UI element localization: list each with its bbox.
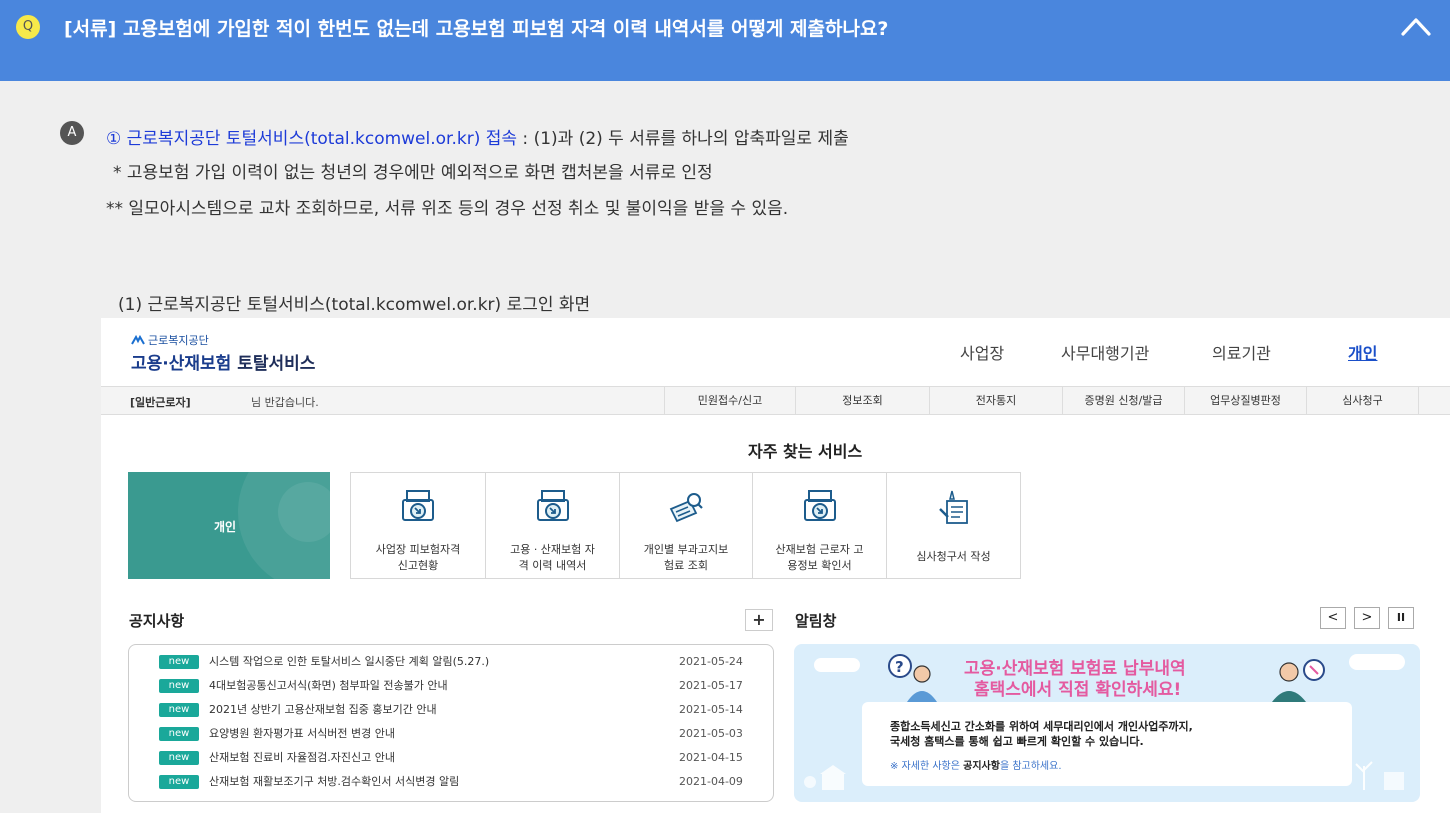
site-screenshot: 근로복지공단 고용·산재보험 토탈서비스 사업장 사무대행기관 의료기관 개인 … <box>101 318 1450 813</box>
service-employment-info[interactable]: 산재보험 근로자 고용정보 확인서 <box>752 472 887 579</box>
nav-business[interactable]: 사업장 <box>960 340 1004 364</box>
service-label-3a: 개인별 부과고지보 <box>643 543 729 556</box>
banner-body-2: 국세청 홈택스를 통해 쉽고 빠르게 확인할 수 있습니다. <box>890 735 1144 748</box>
alert-prev-button[interactable]: < <box>1320 607 1346 629</box>
notice-text: 산재보험 진료비 자율점검.자진신고 안내 <box>209 751 396 764</box>
menu-disease-judgment[interactable]: 업무상질병판정 <box>1184 387 1306 414</box>
new-badge: new <box>159 703 199 717</box>
service-label-1b: 신고현황 <box>397 559 439 572</box>
printer-icon <box>536 490 569 521</box>
logo-service-b: 토탈서비스 <box>237 354 316 374</box>
writing-icon <box>938 490 968 524</box>
service-label-2b: 격 이력 내역서 <box>518 559 587 572</box>
list-item[interactable]: new 2021년 상반기 고용산재보험 집중 홍보기간 안내 2021-05-… <box>159 702 759 718</box>
magnifier-person-icon <box>1272 659 1325 702</box>
printer-icon <box>402 490 434 521</box>
menu-info-lookup[interactable]: 정보조회 <box>795 387 929 414</box>
service-label-1a: 사업장 피보험자격 <box>375 543 461 556</box>
house-icon <box>804 765 846 790</box>
service-label-5a: 심사청구서 작성 <box>916 550 991 563</box>
notice-list: new 시스템 작업으로 인한 토탈서비스 일시중단 계획 알림(5.27.) … <box>128 644 774 802</box>
menu-e-notice[interactable]: 전자통지 <box>929 387 1062 414</box>
answer-note-1: * 고용보험 가입 이력이 없는 청년의 경우에만 예외적으로 화면 캡처본을 … <box>113 163 713 183</box>
site-logo[interactable]: 근로복지공단 고용·산재보험 토탈서비스 <box>131 332 315 374</box>
new-badge: new <box>159 727 199 741</box>
question-person-icon: ? <box>888 654 937 702</box>
service-label-4a: 산재보험 근로자 고 <box>775 543 864 556</box>
question-text: [서류] 고용보험에 가입한 적이 한번도 없는데 고용보험 피보험 자격 이력… <box>64 18 889 40</box>
menu-certificate[interactable]: 증명원 신청/발급 <box>1062 387 1184 414</box>
menu-review-claim[interactable]: 심사청구 <box>1306 387 1419 414</box>
printer-icon <box>803 490 836 521</box>
banner-note-link[interactable]: 공지사항 <box>963 761 1000 772</box>
services-title: 자주 찾는 서비스 <box>748 442 863 461</box>
notice-date: 2021-05-17 <box>679 679 743 692</box>
notice-date: 2021-05-14 <box>679 703 743 716</box>
notice-text: 2021년 상반기 고용산재보험 집중 홍보기간 안내 <box>209 703 437 716</box>
faq-question-bar[interactable]: Q [서류] 고용보험에 가입한 적이 한번도 없는데 고용보험 피보험 자격 … <box>0 0 1450 81</box>
screenshot-caption: (1) 근로복지공단 토털서비스(total.kcomwel.or.kr) 로그… <box>118 295 591 315</box>
sub-menu-bar: [일반근로자] 님 반갑습니다. 민원접수/신고 정보조회 전자통지 증명원 신… <box>101 386 1450 415</box>
list-item[interactable]: new 요양병원 환자평가표 서식버전 변경 안내 2021-05-03 <box>159 726 759 742</box>
notice-text: 산재보험 재활보조기구 처방.검수확인서 서식변경 알림 <box>209 775 460 788</box>
banner-headline-2: 홈택스에서 직접 확인하세요! <box>974 680 1182 700</box>
nav-agency[interactable]: 사무대행기관 <box>1061 340 1149 364</box>
question-badge: Q <box>16 15 40 39</box>
svg-text:?: ? <box>895 658 904 676</box>
answer-note-2: ** 일모아시스템으로 교차 조회하므로, 서류 위조 등의 경우 선정 취소 … <box>106 199 789 219</box>
list-item[interactable]: new 시스템 작업으로 인한 토탈서비스 일시중단 계획 알림(5.27.) … <box>159 654 759 670</box>
total-service-link[interactable]: ① 근로복지공단 토털서비스(total.kcomwel.or.kr) 접속 <box>106 129 517 149</box>
chevron-up-icon[interactable] <box>1400 14 1432 38</box>
alert-next-button[interactable]: > <box>1354 607 1380 629</box>
list-item[interactable]: new 산재보험 재활보조기구 처방.검수확인서 서식변경 알림 2021-04… <box>159 774 759 790</box>
hometax-banner[interactable]: ? 고용·산재보험 보험료 납부내역 홈택스에서 직접 확인하세요! 종합소득세… <box>794 644 1420 802</box>
document-search-icon <box>669 493 703 523</box>
alert-pause-button[interactable]: II <box>1388 607 1414 629</box>
service-review-form[interactable]: 심사청구서 작성 <box>886 472 1021 579</box>
logo-service-a: 고용·산재보험 <box>131 354 232 374</box>
notice-date: 2021-05-03 <box>679 727 743 740</box>
service-label-2a: 고용 · 산재보험 자 <box>510 543 595 556</box>
service-insured-report[interactable]: 사업장 피보험자격신고현황 <box>350 472 486 579</box>
notice-text: 시스템 작업으로 인한 토탈서비스 일시중단 계획 알림(5.27.) <box>209 655 490 668</box>
new-badge: new <box>159 775 199 789</box>
banner-note-post: 을 참고하세요. <box>999 761 1062 772</box>
service-label-4b: 용정보 확인서 <box>787 559 852 572</box>
banner-note: ※ 자세한 사항은 공지사항을 참고하세요. <box>890 757 1062 772</box>
personal-card-label: 개인 <box>214 520 237 534</box>
notice-title: 공지사항 <box>129 612 185 630</box>
tree-icon <box>1355 761 1404 790</box>
user-type: [일반근로자] <box>130 396 191 409</box>
nav-personal[interactable]: 개인 <box>1348 340 1377 364</box>
menu-civil-complaint[interactable]: 민원접수/신고 <box>664 387 795 414</box>
new-badge: new <box>159 679 199 693</box>
notice-date: 2021-04-15 <box>679 751 743 764</box>
service-qualification-history[interactable]: 고용 · 산재보험 자격 이력 내역서 <box>485 472 620 579</box>
answer-line-1-rest: : (1)과 (2) 두 서류를 하나의 압축파일로 제출 <box>517 129 849 149</box>
notice-text: 요양병원 환자평가표 서식버전 변경 안내 <box>209 727 396 740</box>
banner-card: 종합소득세신고 간소화를 위하여 세무대리인에서 개인사업주까지, 국세청 홈택… <box>862 702 1352 786</box>
personal-card[interactable]: 개인 <box>128 472 330 579</box>
notice-date: 2021-05-24 <box>679 655 743 668</box>
nav-medical[interactable]: 의료기관 <box>1212 340 1271 364</box>
notice-text: 4대보험공통신고서식(화면) 첨부파일 전송불가 안내 <box>209 679 448 692</box>
logo-org-name: 근로복지공단 <box>148 334 209 347</box>
kcomwel-logo-icon <box>131 334 145 344</box>
answer-badge: A <box>60 121 84 145</box>
service-label-3b: 험료 조회 <box>664 559 708 572</box>
new-badge: new <box>159 751 199 765</box>
notice-more-button[interactable]: + <box>745 609 773 631</box>
answer-line-1: ① 근로복지공단 토털서비스(total.kcomwel.or.kr) 접속 :… <box>106 124 849 149</box>
list-item[interactable]: new 4대보험공통신고서식(화면) 첨부파일 전송불가 안내 2021-05-… <box>159 678 759 694</box>
banner-note-pre: ※ 자세한 사항은 <box>890 761 964 772</box>
new-badge: new <box>159 655 199 669</box>
banner-body-1: 종합소득세신고 간소화를 위하여 세무대리인에서 개인사업주까지, <box>890 720 1193 733</box>
notice-date: 2021-04-09 <box>679 775 743 788</box>
service-premium-lookup[interactable]: 개인별 부과고지보험료 조회 <box>619 472 753 579</box>
list-item[interactable]: new 산재보험 진료비 자율점검.자진신고 안내 2021-04-15 <box>159 750 759 766</box>
greeting-text: 님 반갑습니다. <box>251 396 319 409</box>
alert-title: 알림창 <box>795 612 837 630</box>
